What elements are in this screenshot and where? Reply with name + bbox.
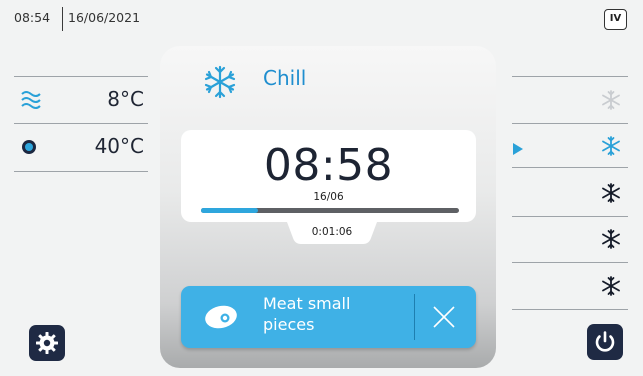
settings-button[interactable] (29, 325, 65, 361)
progress-fill (201, 208, 258, 213)
probe-temperature-row[interactable]: 40°C (14, 126, 148, 170)
left-divider (14, 171, 148, 172)
cycle-panel: Chill 08:58 16/06 0:01:06 Meat small pie… (160, 46, 496, 368)
probe-icon (20, 136, 42, 162)
progress-bar (201, 208, 459, 213)
snowflake-icon (600, 182, 622, 208)
right-divider (512, 216, 628, 217)
mode-badge[interactable]: IV (604, 9, 627, 30)
clock-date: 16/06/2021 (68, 10, 141, 25)
top-bar: 08:54 16/06/2021 IV (0, 0, 643, 40)
header-divider (62, 7, 63, 31)
air-wave-icon (20, 89, 42, 115)
timer-card: 08:58 16/06 (181, 130, 476, 222)
program-button[interactable]: Meat small pieces (181, 286, 476, 348)
elapsed-time: 0:01:06 (311, 226, 353, 238)
current-step-arrow-icon (512, 140, 524, 159)
meat-icon (203, 304, 239, 334)
program-label: Meat small pieces (263, 294, 351, 334)
snowflake-icon (600, 89, 622, 115)
snowflake-icon (600, 275, 622, 301)
snowflake-icon (600, 228, 622, 254)
elapsed-tab: 0:01:06 (287, 222, 377, 244)
step-item[interactable] (512, 82, 628, 118)
snowflake-icon (600, 135, 622, 161)
right-divider (512, 309, 628, 310)
step-item-current[interactable] (512, 128, 628, 164)
left-divider (14, 76, 148, 77)
air-temperature-value: 8°C (107, 87, 144, 111)
clock-time: 08:54 (14, 10, 51, 25)
program-separator (414, 294, 415, 340)
left-divider (14, 123, 148, 124)
end-date: 16/06 (313, 191, 344, 203)
air-temperature-row[interactable]: 8°C (14, 79, 148, 123)
snowflake-icon (202, 64, 238, 104)
right-divider (512, 123, 628, 124)
right-divider (512, 167, 628, 168)
right-divider (512, 76, 628, 77)
step-item[interactable] (512, 268, 628, 304)
probe-temperature-value: 40°C (94, 134, 144, 158)
right-divider (512, 262, 628, 263)
cycle-mode-label: Chill (263, 66, 307, 90)
remaining-time: 08:58 (263, 140, 394, 191)
step-item[interactable] (512, 175, 628, 211)
power-button[interactable] (587, 324, 623, 360)
close-icon[interactable] (429, 302, 459, 332)
step-item[interactable] (512, 221, 628, 257)
